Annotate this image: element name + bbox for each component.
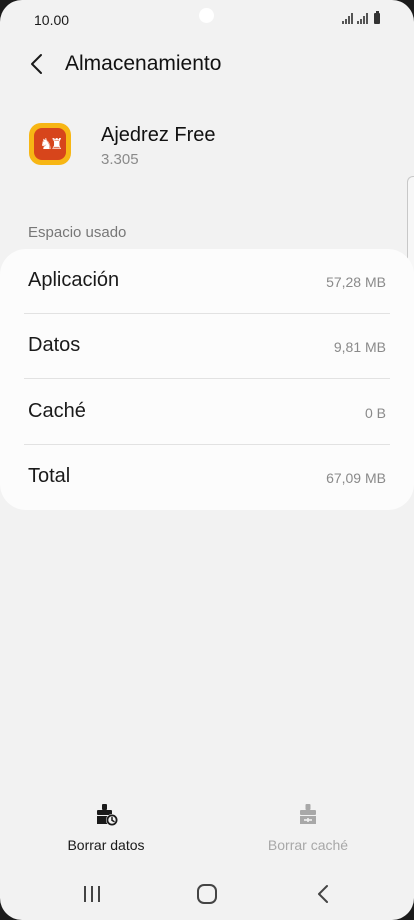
clear-cache-button[interactable]: Borrar caché	[233, 800, 383, 853]
status-bar: 10.00	[0, 0, 414, 40]
storage-row-application: Aplicación 57,28 MB	[0, 249, 414, 314]
navigation-bar	[0, 870, 414, 916]
signal-icon	[342, 13, 353, 24]
app-name: Ajedrez Free	[101, 124, 216, 146]
storage-card: Aplicación 57,28 MB Datos 9,81 MB Caché …	[0, 249, 414, 510]
storage-row-label: Datos	[28, 334, 81, 356]
camera-cutout	[199, 8, 214, 23]
clear-data-icon	[97, 804, 118, 826]
chess-app-icon: ♞♜	[29, 123, 71, 165]
storage-row-total: Total 67,09 MB	[0, 445, 414, 510]
clear-data-label: Borrar datos	[67, 837, 145, 853]
clear-data-button[interactable]: Borrar datos	[31, 800, 181, 853]
nav-back-button[interactable]	[303, 880, 343, 908]
divider	[24, 378, 390, 379]
storage-row-value: 0 B	[364, 405, 386, 421]
recent-apps-icon	[84, 886, 100, 902]
app-version: 3.305	[101, 151, 139, 168]
back-icon	[318, 885, 328, 903]
storage-row-label: Caché	[28, 400, 86, 422]
screen: 10.00 Almacenamiento ♞♜ Ajedrez Free 3.3…	[0, 0, 414, 920]
bottom-actions: Borrar datos Borrar caché	[0, 800, 414, 860]
storage-row-label: Aplicación	[28, 269, 120, 291]
app-bar: Almacenamiento	[0, 40, 414, 88]
storage-row-value: 67,09 MB	[326, 470, 386, 486]
chevron-left-icon	[31, 54, 42, 74]
storage-row-label: Total	[28, 465, 71, 487]
home-button[interactable]	[187, 880, 227, 908]
storage-row-value: 9,81 MB	[333, 339, 386, 355]
back-button[interactable]	[20, 50, 52, 78]
status-time: 10.00	[34, 12, 70, 28]
storage-row-value: 57,28 MB	[326, 274, 386, 290]
section-label: Espacio usado	[28, 224, 127, 241]
clear-cache-label: Borrar caché	[267, 837, 349, 853]
signal-icon	[357, 13, 368, 24]
status-icons	[342, 11, 380, 24]
clear-cache-icon	[300, 804, 316, 824]
app-header: ♞♜ Ajedrez Free 3.305	[0, 120, 414, 176]
recent-apps-button[interactable]	[72, 880, 112, 908]
storage-row-cache: Caché 0 B	[0, 380, 414, 445]
page-title: Almacenamiento	[65, 52, 222, 75]
storage-row-data: Datos 9,81 MB	[0, 314, 414, 379]
battery-icon	[374, 11, 380, 24]
home-icon	[197, 884, 217, 904]
